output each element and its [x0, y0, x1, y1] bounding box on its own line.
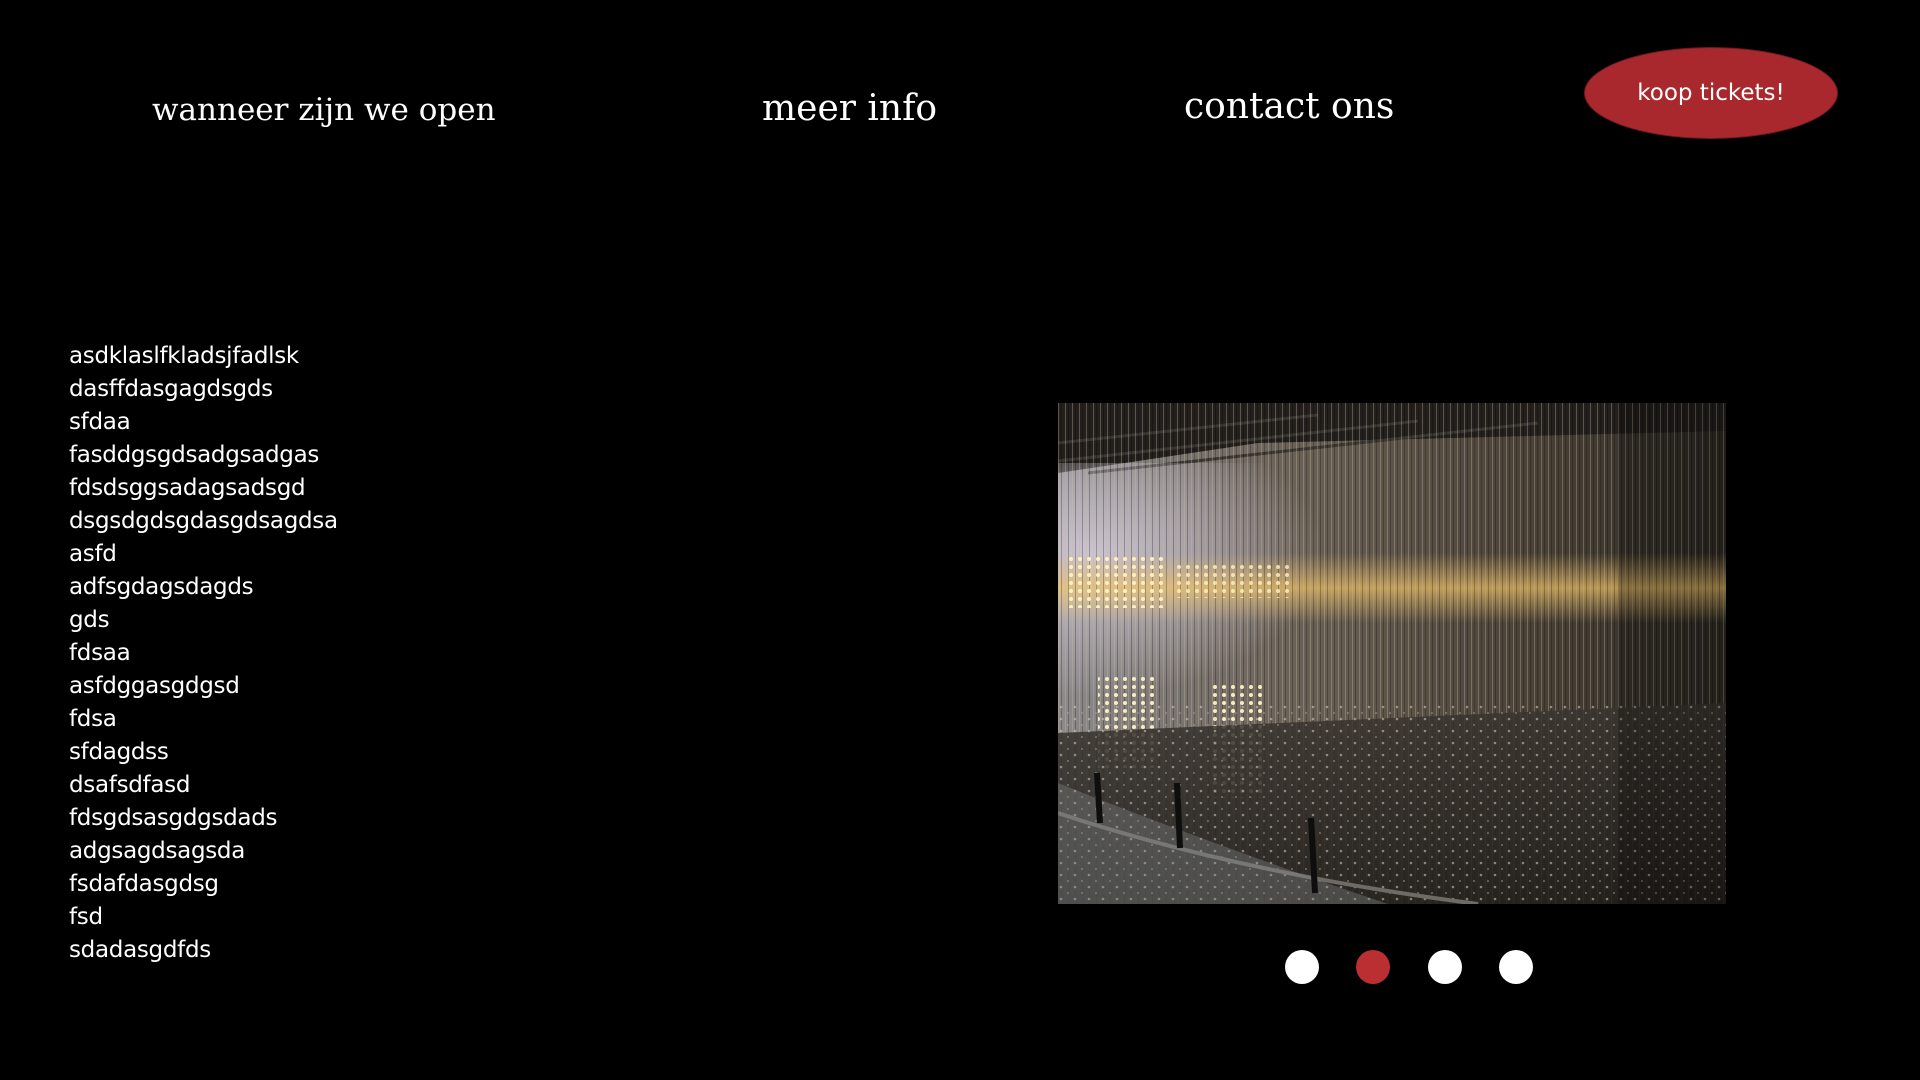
nav-link-contact[interactable]: contact ons: [1184, 86, 1394, 127]
list-item: sfdagdss: [69, 739, 169, 765]
list-item: fdsa: [69, 706, 117, 732]
list-item: fdsdsggsadagsadsgd: [69, 475, 306, 501]
nav-link-opening-hours[interactable]: wanneer zijn we open: [152, 92, 496, 128]
list-item: asfdggasgdgsd: [69, 673, 240, 699]
slide-dot-2[interactable]: [1356, 950, 1391, 984]
slide-dot-3[interactable]: [1427, 950, 1462, 984]
list-item: adgsagdsagsda: [69, 838, 246, 864]
list-item: fsdafdasgdsg: [69, 871, 219, 897]
text-list: asdklaslfkladsjfadlsk dasffdasgagdsgds sfd…: [69, 340, 338, 967]
buy-tickets-button[interactable]: koop tickets!: [1584, 47, 1838, 139]
list-item: adfsgdagsdagds: [69, 574, 254, 600]
list-item: fdsaa: [69, 640, 131, 666]
buy-tickets-label: koop tickets!: [1637, 80, 1785, 106]
slideshow-image: [1058, 403, 1726, 904]
slide-dot-1[interactable]: [1285, 950, 1319, 984]
list-item: dsgsdgdsgdasgdsagdsa: [69, 508, 338, 534]
list-item: dasffdasgagdsgds: [69, 376, 273, 402]
slideshow-dots: [1285, 950, 1533, 984]
installation-photo-icon: [1058, 403, 1726, 904]
list-item: sdadasgdfds: [69, 937, 211, 963]
list-item: sfdaa: [69, 409, 131, 435]
list-item: dsafsdfasd: [69, 772, 191, 798]
slide-dot-4[interactable]: [1498, 950, 1533, 984]
list-item: fdsgdsasgdgsdads: [69, 805, 278, 831]
list-item: fsd: [69, 904, 103, 930]
list-item: fasddgsgdsadgsadgas: [69, 442, 320, 468]
nav-link-more-info[interactable]: meer info: [762, 88, 937, 129]
list-item: asfd: [69, 541, 117, 567]
list-item: gds: [69, 607, 110, 633]
list-item: asdklaslfkladsjfadlsk: [69, 343, 299, 369]
